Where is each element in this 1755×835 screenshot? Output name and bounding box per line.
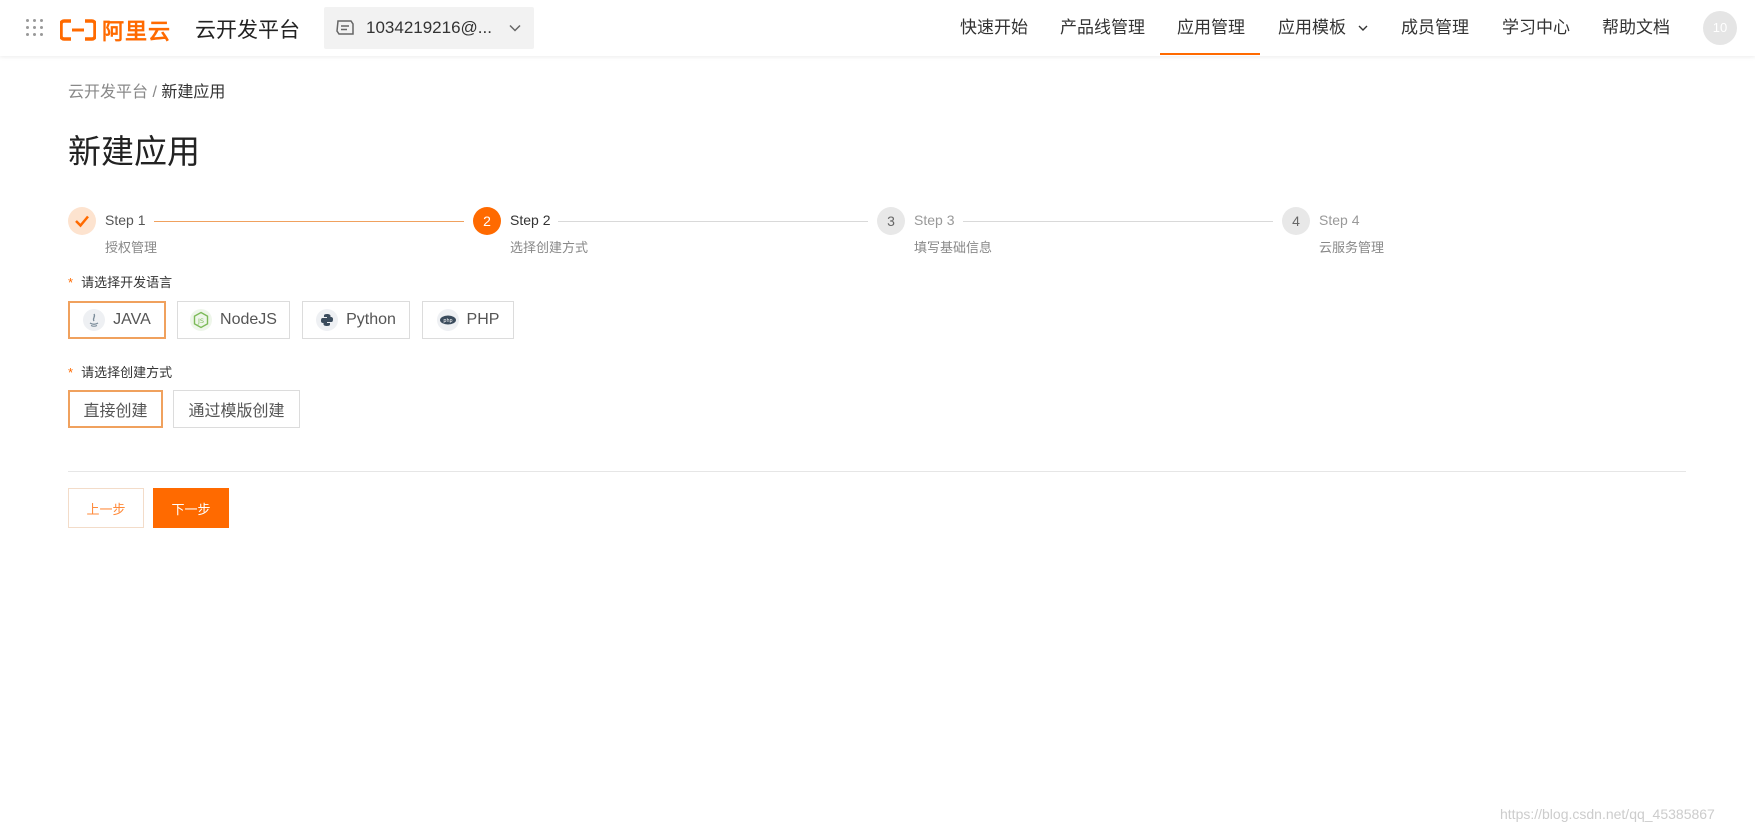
language-option-label: PHP: [466, 311, 500, 328]
step-1-circle: [68, 207, 96, 235]
step-3-title: Step 3: [914, 212, 955, 228]
account-card-icon: [336, 20, 354, 35]
top-navigation-bar: 阿里云 云开发平台 1034219216@... 快速开始 产品线管理 应用管理…: [0, 0, 1755, 56]
method-label-text: 请选择创建方式: [81, 365, 173, 380]
svg-text:JS: JS: [197, 317, 204, 325]
check-icon: [75, 215, 89, 228]
chevron-down-icon: [1358, 25, 1368, 31]
platform-title: 云开发平台: [195, 19, 300, 42]
step-2-desc: 选择创建方式: [510, 240, 589, 255]
nav-product-line[interactable]: 产品线管理: [1060, 0, 1145, 56]
method-option-template[interactable]: 通过模版创建: [173, 390, 300, 428]
aliyun-logo[interactable]: 阿里云: [60, 14, 171, 46]
nav-app-templates[interactable]: 应用模板: [1278, 0, 1369, 56]
nav-app-management-label: 应用管理: [1177, 18, 1245, 37]
language-option-label: NodeJS: [220, 311, 277, 328]
language-option-php[interactable]: php PHP: [422, 301, 514, 339]
nav-app-management[interactable]: 应用管理: [1177, 0, 1245, 56]
method-option-direct[interactable]: 直接创建: [68, 390, 163, 428]
nav-learning-center[interactable]: 学习中心: [1502, 0, 1570, 56]
language-option-label: JAVA: [113, 311, 151, 328]
breadcrumb: 云开发平台 / 新建应用: [68, 78, 225, 102]
step-2-title: Step 2: [510, 212, 551, 228]
nodejs-icon: JS: [190, 309, 213, 331]
language-option-nodejs[interactable]: JS NodeJS: [177, 301, 290, 339]
next-step-button[interactable]: 下一步: [153, 488, 229, 528]
breadcrumb-current: 新建应用: [161, 84, 226, 101]
required-mark: *: [68, 275, 74, 290]
step-1-connector: [154, 221, 464, 222]
watermark: https://blog.csdn.net/qq_45385867: [1500, 806, 1715, 822]
method-option-label: 通过模版创建: [188, 403, 285, 420]
step-1-desc: 授权管理: [105, 240, 158, 255]
step-4-desc: 云服务管理: [1319, 240, 1385, 255]
step-1-title: Step 1: [105, 212, 146, 228]
app-grid-icon[interactable]: [26, 19, 44, 37]
language-label-text: 请选择开发语言: [81, 275, 173, 290]
step-2-circle: 2: [473, 207, 501, 235]
nav-quick-start[interactable]: 快速开始: [960, 0, 1028, 56]
step-3-desc: 填写基础信息: [914, 240, 993, 255]
method-field-label: * 请选择创建方式: [68, 362, 172, 381]
page-title: 新建应用: [68, 133, 200, 170]
language-option-java[interactable]: JAVA: [68, 301, 166, 339]
step-2-connector: [558, 221, 868, 222]
php-icon: php: [436, 309, 459, 331]
step-4-title: Step 4: [1319, 212, 1360, 228]
account-selector[interactable]: 1034219216@...: [324, 7, 534, 49]
account-name: 1034219216@...: [366, 18, 492, 37]
breadcrumb-separator: /: [148, 84, 162, 101]
avatar[interactable]: 10: [1703, 11, 1737, 45]
java-icon: [83, 309, 106, 331]
chevron-down-icon: [509, 24, 521, 32]
aliyun-logo-mark-icon: [60, 19, 96, 41]
logo-text: 阿里云: [102, 20, 172, 45]
nav-member-management[interactable]: 成员管理: [1401, 0, 1469, 56]
language-field-label: * 请选择开发语言: [68, 272, 172, 291]
breadcrumb-root-link[interactable]: 云开发平台: [68, 84, 148, 101]
step-3-circle: 3: [877, 207, 905, 235]
step-4-circle: 4: [1282, 207, 1310, 235]
step-3-connector: [963, 221, 1273, 222]
required-mark: *: [68, 365, 74, 380]
active-nav-indicator: [1160, 53, 1260, 55]
language-option-label: Python: [346, 311, 396, 328]
method-option-label: 直接创建: [83, 403, 148, 420]
nav-app-templates-label: 应用模板: [1278, 18, 1346, 37]
svg-text:php: php: [443, 318, 452, 324]
language-option-python[interactable]: Python: [302, 301, 410, 339]
nav-help-docs[interactable]: 帮助文档: [1602, 0, 1670, 56]
python-icon: [316, 309, 339, 331]
previous-step-button[interactable]: 上一步: [68, 488, 144, 528]
form-divider: [68, 471, 1686, 472]
